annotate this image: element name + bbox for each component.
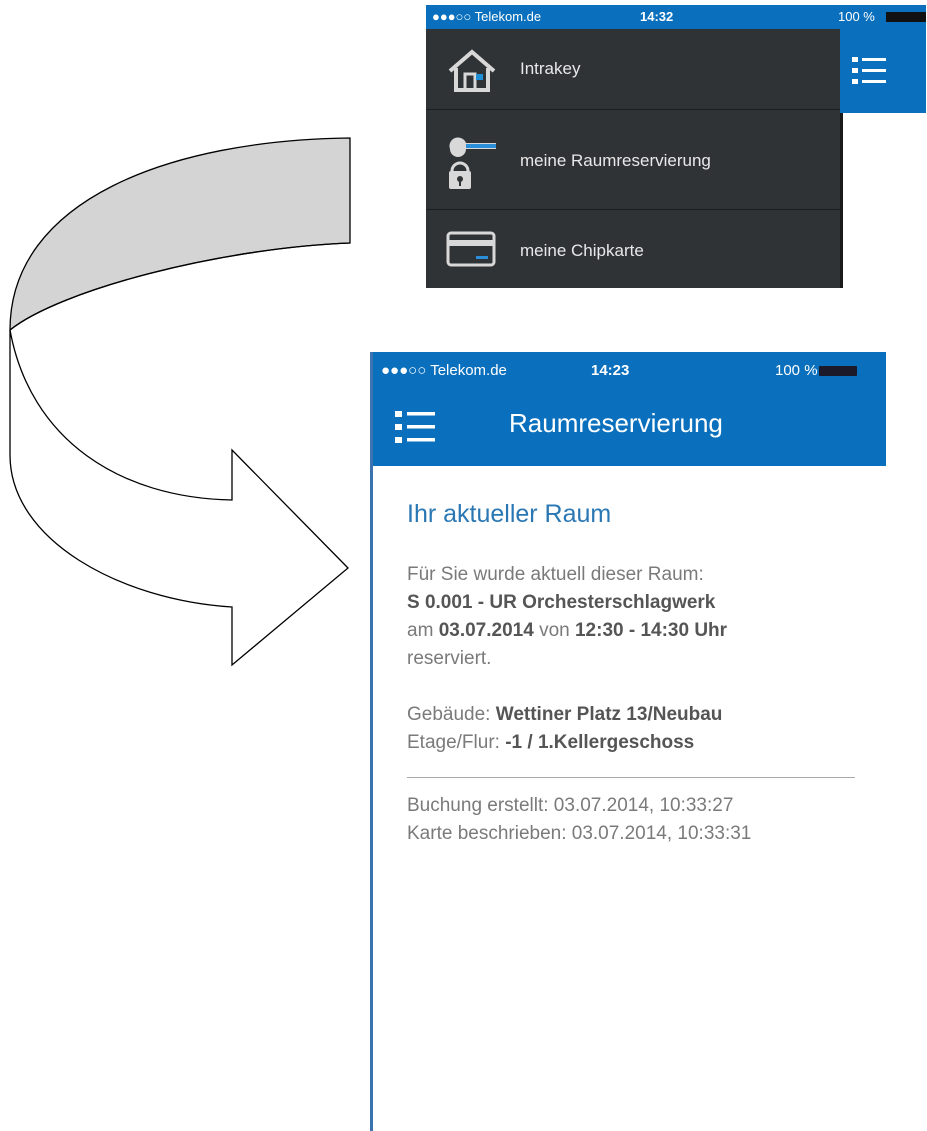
hamburger-menu-button[interactable] [852,55,888,92]
menu-item-chipcard[interactable]: meine Chipkarte [426,209,840,288]
menu-item-label: meine Chipkarte [520,241,644,260]
clock-label: 14:32 [640,9,674,24]
clock-label: 14:23 [591,362,630,379]
battery-label: 100 % [775,362,818,379]
header-bar [836,29,926,113]
floor-label: Etage/Flur: [407,732,500,753]
card-icon [446,229,498,274]
navigation-drawer: Intrakey meine Raumreservierung meine Ch… [426,29,840,288]
divider [407,777,855,778]
home-icon [446,49,498,98]
hamburger-menu-button[interactable] [395,408,437,451]
status-bar: ●●●○○ Telekom.de 14:32 100 % [426,5,926,29]
battery-icon [886,12,926,22]
reservation-details: Ihr aktueller Raum Für Sie wurde aktuell… [407,500,867,848]
page-title: Raumreservierung [509,408,723,438]
section-heading: Ihr aktueller Raum [407,500,612,528]
list-menu-icon [395,411,435,443]
reservation-date: 03.07.2014 [438,620,534,641]
arrow-body-front [9,137,351,332]
building-value: Wettiner Platz 13/Neubau [495,704,723,725]
reserved-text: reserviert. [407,648,492,669]
booking-meta: Buchung erstellt: 03.07.2014, 10:33:27 K… [407,792,867,848]
battery-label: 100 % [838,9,875,24]
menu-item-label: meine Raumreservierung [520,151,711,170]
room-name: S 0.001 - UR Orchesterschlagwerk [407,592,716,613]
arrow-tail [9,329,349,667]
booking-created: Buchung erstellt: 03.07.2014, 10:33:27 [407,795,734,816]
menu-item-label: Intrakey [520,59,581,78]
reservation-screenshot: ●●●○○ Telekom.de 14:23 100 % Raumreservi… [370,352,886,1131]
menu-item-intrakey[interactable]: Intrakey [426,29,840,110]
time-prefix: von [539,620,570,641]
reservation-summary: Für Sie wurde aktuell dieser Raum: S 0.0… [407,561,867,673]
building-label: Gebäude: [407,704,491,725]
intro-text: Für Sie wurde aktuell dieser Raum: [407,564,704,585]
key-lock-icon [446,137,498,198]
header-bar: Raumreservierung [373,386,886,466]
date-prefix: am [407,620,434,641]
carrier-label: ●●●○○ Telekom.de [432,9,542,24]
battery-icon [819,366,857,376]
list-menu-icon [852,57,886,84]
card-written: Karte beschrieben: 03.07.2014, 10:33:31 [407,823,752,844]
drawer-shadow [840,113,843,288]
location-info: Gebäude: Wettiner Platz 13/Neubau Etage/… [407,701,867,757]
menu-screenshot: ●●●○○ Telekom.de 14:32 100 % Intrakey me… [426,5,926,288]
menu-item-room-reservation[interactable]: meine Raumreservierung [426,113,840,210]
carrier-label: ●●●○○ Telekom.de [381,362,507,379]
status-bar: ●●●○○ Telekom.de 14:23 100 % [373,352,886,386]
reservation-time: 12:30 - 14:30 Uhr [574,620,728,641]
floor-value: -1 / 1.Kellergeschoss [505,732,695,753]
